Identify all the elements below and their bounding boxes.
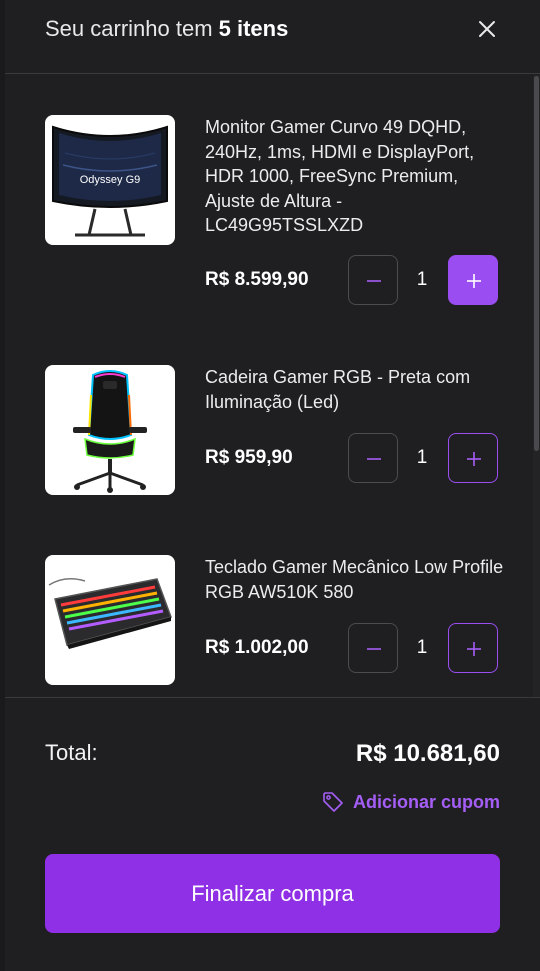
cart-title-prefix: Seu carrinho tem bbox=[45, 16, 219, 41]
minus-icon bbox=[367, 648, 381, 650]
increase-quantity-button[interactable] bbox=[448, 255, 498, 305]
increase-quantity-button[interactable] bbox=[448, 623, 498, 673]
total-value: R$ 10.681,60 bbox=[355, 740, 500, 767]
monitor-image[interactable]: Odyssey G9 bbox=[45, 115, 175, 245]
plus-icon bbox=[467, 274, 481, 288]
item-name[interactable]: Cadeira Gamer RGB - Preta com Iluminação… bbox=[205, 365, 505, 414]
item-quantity: 1 bbox=[416, 637, 428, 658]
add-coupon-link[interactable]: Adicionar cupom bbox=[321, 790, 500, 814]
item-quantity: 1 bbox=[416, 447, 428, 468]
item-price: R$ 1.002,00 bbox=[205, 637, 309, 658]
add-coupon-label: Adicionar cupom bbox=[352, 791, 500, 812]
close-icon bbox=[479, 21, 495, 37]
cart-item: Teclado Gamer Mecânico Low Profile RGB A… bbox=[45, 555, 505, 685]
decrease-quantity-button[interactable] bbox=[348, 623, 398, 673]
tag-icon bbox=[323, 792, 343, 812]
total-label: Total: bbox=[45, 740, 98, 765]
cart-item-list: Odyssey G9 Monitor Gamer Curvo 49 DQHD, … bbox=[5, 75, 540, 697]
cart-item-count: 5 itens bbox=[218, 16, 289, 41]
minus-icon bbox=[367, 458, 381, 460]
cart-item: Odyssey G9 Monitor Gamer Curvo 49 DQHD, … bbox=[45, 115, 505, 305]
decrease-quantity-button[interactable] bbox=[348, 255, 398, 305]
chair-image[interactable] bbox=[45, 365, 175, 495]
item-quantity: 1 bbox=[416, 269, 428, 290]
item-price: R$ 8.599,90 bbox=[205, 269, 309, 290]
plus-icon bbox=[467, 642, 481, 656]
decrease-quantity-button[interactable] bbox=[348, 433, 398, 483]
minus-icon bbox=[367, 280, 381, 282]
scrollbar-thumb[interactable] bbox=[534, 76, 539, 451]
item-name[interactable]: Monitor Gamer Curvo 49 DQHD, 240Hz, 1ms,… bbox=[205, 115, 505, 238]
plus-icon bbox=[467, 452, 481, 466]
increase-quantity-button[interactable] bbox=[448, 433, 498, 483]
cart-title: Seu carrinho tem 5 itens bbox=[45, 16, 288, 42]
cart-item: Cadeira Gamer RGB - Preta com Iluminação… bbox=[45, 365, 505, 495]
keyboard-image[interactable] bbox=[45, 555, 175, 685]
cart-header: Seu carrinho tem 5 itens bbox=[5, 0, 540, 74]
checkout-button[interactable]: Finalizar compra bbox=[45, 854, 500, 933]
cart-drawer: Seu carrinho tem 5 itens Odyssey G9 Moni… bbox=[5, 0, 540, 971]
cart-footer: Total: R$ 10.681,60 Adicionar cupom Fina… bbox=[5, 697, 540, 971]
close-button[interactable] bbox=[475, 17, 499, 41]
item-price: R$ 959,90 bbox=[205, 447, 293, 468]
monitor-brand-text: Odyssey G9 bbox=[80, 174, 141, 186]
item-name[interactable]: Teclado Gamer Mecânico Low Profile RGB A… bbox=[205, 555, 505, 604]
